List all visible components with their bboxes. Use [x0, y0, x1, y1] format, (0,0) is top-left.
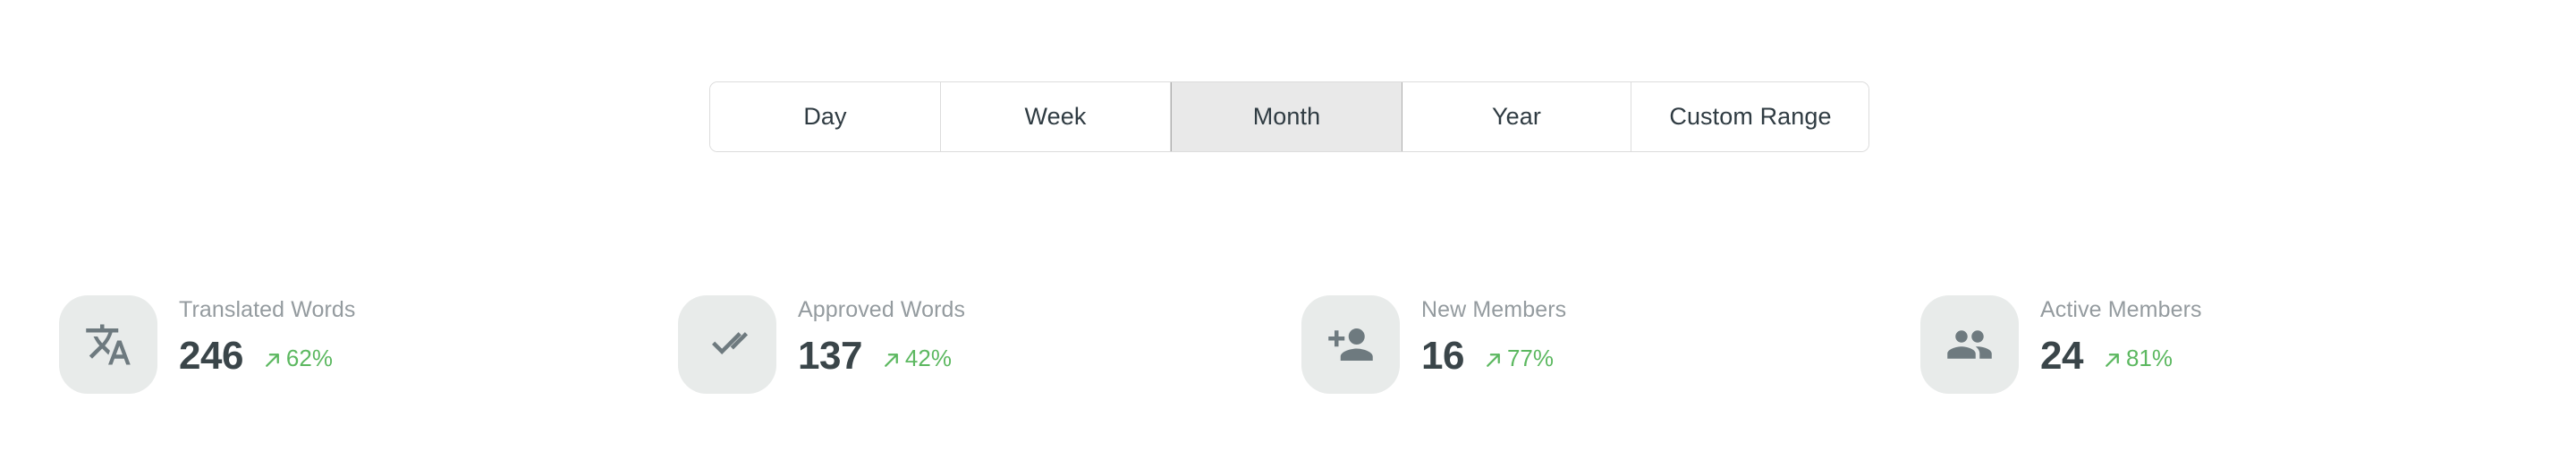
stat-delta: 77%	[1482, 346, 1554, 370]
range-segment-day-label: Day	[803, 103, 847, 130]
double-check-icon	[678, 295, 776, 394]
stat-delta: 62%	[261, 346, 333, 370]
arrow-up-right-icon	[261, 349, 284, 371]
stat-delta-value: 62%	[285, 344, 333, 371]
stat-label: Approved Words	[798, 297, 966, 322]
arrow-up-right-icon	[2101, 349, 2123, 371]
stat-body: Active Members 24 81%	[2040, 295, 2202, 376]
stat-card-approved-words[interactable]: Approved Words 137 42%	[678, 295, 965, 396]
range-segment-custom-range-label: Custom Range	[1669, 103, 1832, 130]
range-segment-custom-range[interactable]: Custom Range	[1631, 82, 1868, 151]
person-add-icon	[1301, 295, 1400, 394]
stat-delta-value: 81%	[2125, 344, 2173, 371]
stat-delta: 81%	[2101, 346, 2173, 370]
range-segment-month-label: Month	[1252, 103, 1321, 130]
arrow-up-right-icon	[1482, 349, 1504, 371]
stat-value-row: 137 42%	[798, 336, 965, 376]
stats-row: Translated Words 246 62% Approved Words …	[0, 295, 2576, 403]
stat-value: 16	[1421, 334, 1464, 378]
range-segment-year-label: Year	[1492, 103, 1541, 130]
range-segment-month[interactable]: Month	[1171, 82, 1402, 151]
arrow-up-right-icon	[880, 349, 902, 371]
stat-value: 24	[2040, 334, 2083, 378]
stat-value: 137	[798, 334, 862, 378]
people-group-icon	[1920, 295, 2019, 394]
translate-icon	[59, 295, 157, 394]
stat-card-translated-words[interactable]: Translated Words 246 62%	[59, 295, 356, 396]
stat-value-row: 24 81%	[2040, 336, 2202, 376]
stat-body: Translated Words 246 62%	[179, 295, 356, 376]
stat-value-row: 16 77%	[1421, 336, 1566, 376]
stat-delta: 42%	[880, 346, 952, 370]
stat-body: Approved Words 137 42%	[798, 295, 965, 376]
stat-label: Active Members	[2040, 297, 2202, 322]
date-range-segmented-control[interactable]: Day Week Month Year Custom Range	[709, 81, 1869, 152]
stat-body: New Members 16 77%	[1421, 295, 1566, 376]
stat-value: 246	[179, 334, 243, 378]
range-segment-week-label: Week	[1024, 103, 1087, 130]
stat-delta-value: 42%	[904, 344, 952, 371]
stat-label: Translated Words	[179, 297, 356, 322]
stat-card-active-members[interactable]: Active Members 24 81%	[1920, 295, 2202, 396]
range-segment-year[interactable]: Year	[1402, 82, 1631, 151]
stat-card-new-members[interactable]: New Members 16 77%	[1301, 295, 1566, 396]
range-segment-week[interactable]: Week	[941, 82, 1171, 151]
stat-delta-value: 77%	[1506, 344, 1554, 371]
range-segment-day[interactable]: Day	[710, 82, 941, 151]
stat-label: New Members	[1421, 297, 1567, 322]
stat-value-row: 246 62%	[179, 336, 356, 376]
